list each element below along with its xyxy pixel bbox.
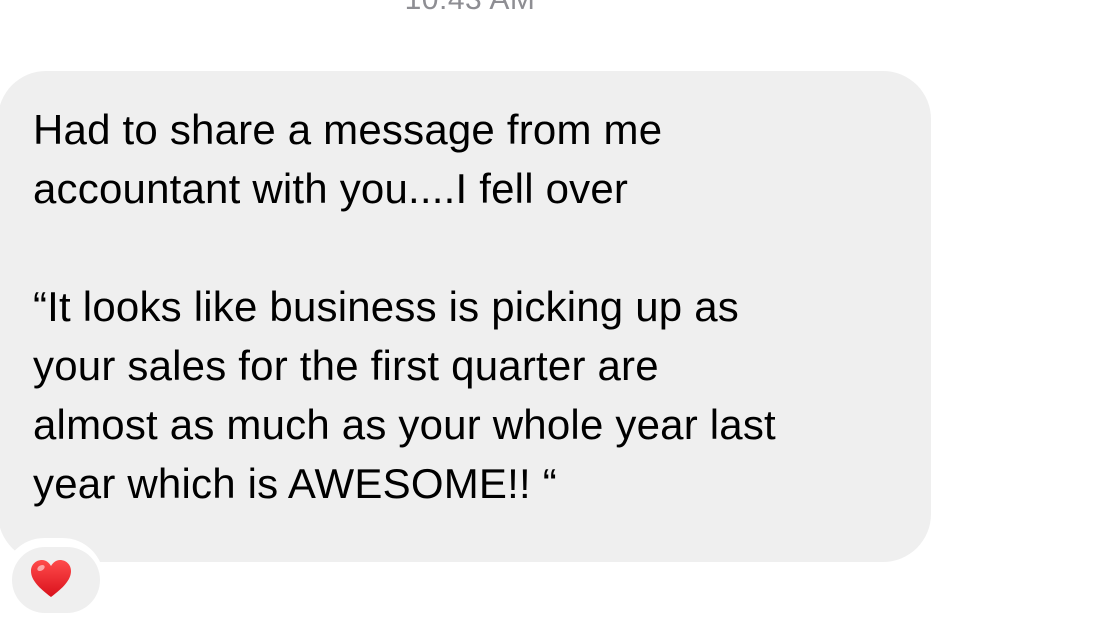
message-text: Had to share a message from me accountan… [33,106,776,507]
heart-icon [31,559,71,597]
reaction-bubble[interactable] [12,547,100,613]
message-timestamp: 10:43 AM [0,0,940,18]
reaction-badge[interactable] [3,538,104,621]
